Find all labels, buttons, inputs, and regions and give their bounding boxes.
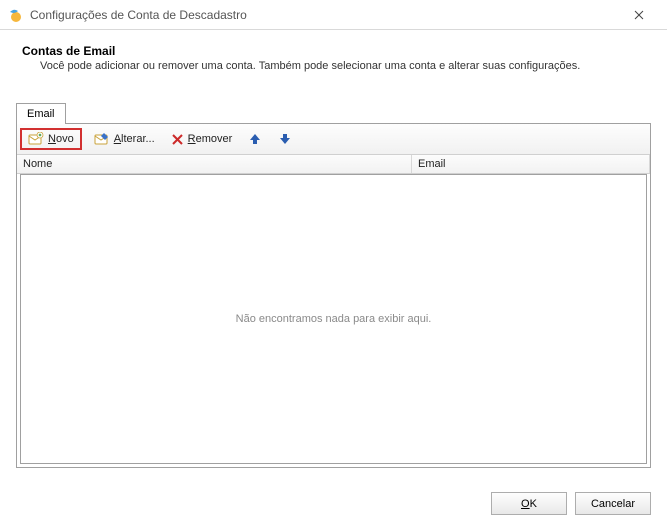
mail-edit-icon bbox=[94, 132, 110, 146]
table-header: Nome Email bbox=[17, 154, 650, 174]
ok-button-underline: O bbox=[521, 498, 530, 510]
tab-email-label: Email bbox=[27, 108, 55, 120]
tabstrip: Email bbox=[16, 102, 651, 123]
delete-x-icon bbox=[171, 133, 184, 146]
section-subheading: Você pode adicionar ou remover uma conta… bbox=[16, 58, 651, 72]
toolbar: Novo Alterar... bbox=[17, 124, 650, 154]
titlebar: Configurações de Conta de Descadastro bbox=[0, 0, 667, 30]
ok-button[interactable]: OK bbox=[491, 492, 567, 515]
content-area: Contas de Email Você pode adicionar ou r… bbox=[0, 30, 667, 482]
table-body: Não encontramos nada para exibir aqui. bbox=[20, 174, 647, 464]
new-button-rest: ovo bbox=[56, 133, 74, 145]
cancel-button-label: Cancelar bbox=[591, 498, 635, 510]
app-icon bbox=[8, 7, 24, 23]
mail-new-icon bbox=[28, 132, 44, 146]
dialog-footer: OK Cancelar bbox=[0, 482, 667, 525]
tab-email[interactable]: Email bbox=[16, 103, 66, 124]
column-header-name[interactable]: Nome bbox=[17, 155, 412, 173]
arrow-up-icon bbox=[248, 132, 262, 146]
remove-button-rest: emover bbox=[196, 133, 233, 145]
window-title: Configurações de Conta de Descadastro bbox=[30, 8, 619, 22]
panel: Novo Alterar... bbox=[16, 123, 651, 468]
empty-message: Não encontramos nada para exibir aqui. bbox=[236, 313, 432, 325]
change-button[interactable]: Alterar... bbox=[90, 130, 159, 148]
move-up-button[interactable] bbox=[244, 130, 266, 148]
remove-button-underline: R bbox=[188, 133, 196, 145]
new-button[interactable]: Novo bbox=[20, 128, 82, 150]
column-header-email[interactable]: Email bbox=[412, 155, 650, 173]
arrow-down-icon bbox=[278, 132, 292, 146]
remove-button[interactable]: Remover bbox=[167, 131, 237, 148]
ok-button-rest: K bbox=[530, 498, 537, 510]
cancel-button[interactable]: Cancelar bbox=[575, 492, 651, 515]
change-button-rest: lterar... bbox=[121, 133, 155, 145]
move-down-button[interactable] bbox=[274, 130, 296, 148]
section-heading: Contas de Email bbox=[16, 44, 651, 58]
change-button-underline: A bbox=[114, 133, 121, 145]
close-button[interactable] bbox=[619, 1, 659, 29]
new-button-underline: N bbox=[48, 133, 56, 145]
